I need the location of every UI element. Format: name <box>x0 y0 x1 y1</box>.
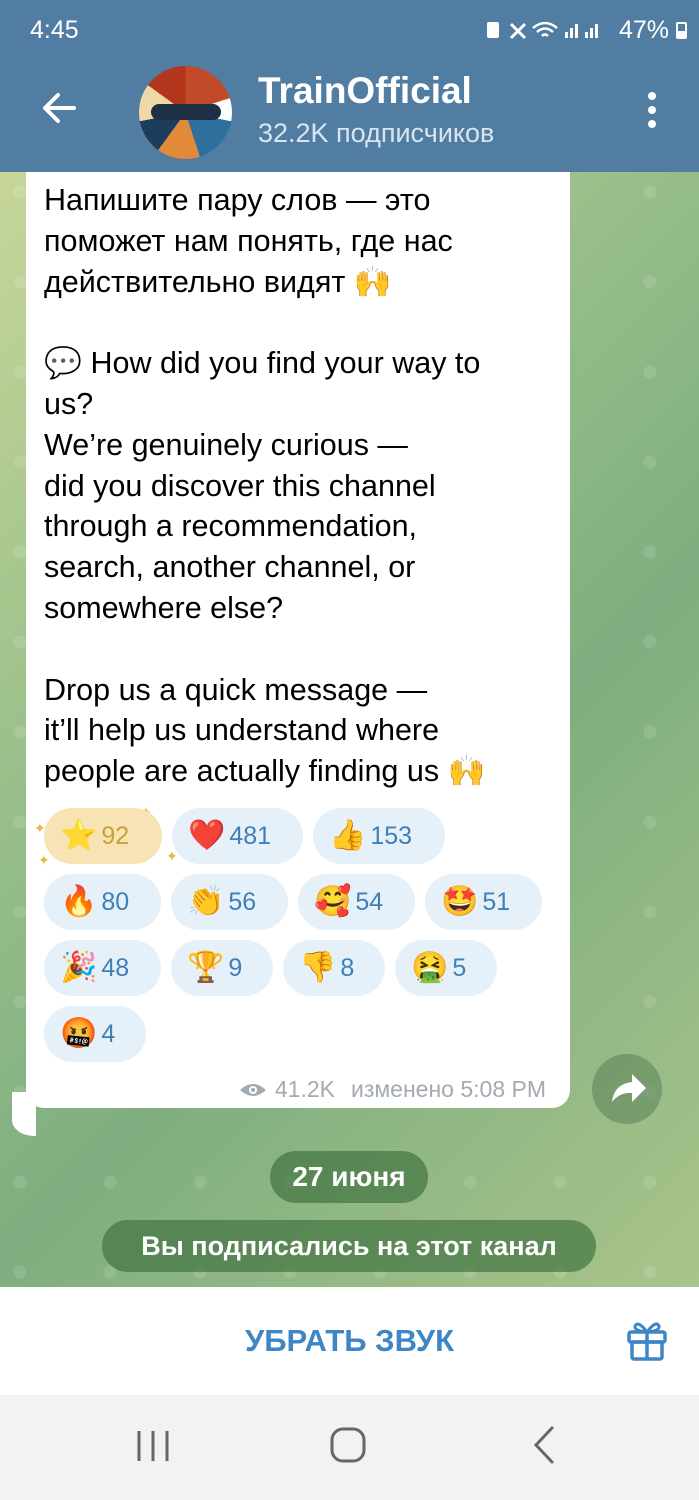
reaction-vomit[interactable]: 🤮 5 <box>395 940 497 996</box>
reaction-count: 4 <box>101 1019 116 1048</box>
battery-icon <box>676 22 687 39</box>
forward-button[interactable] <box>592 1054 662 1124</box>
battery-level: 47% <box>618 16 669 44</box>
reaction-cursing[interactable]: 🤬 4 <box>44 1006 146 1062</box>
message-text: Напишите пару слов — это поможет нам пон… <box>44 183 486 789</box>
reaction-thumbs-up[interactable]: 👍 153 <box>313 808 445 864</box>
reaction-count: 5 <box>452 953 467 982</box>
channel-avatar[interactable] <box>139 66 232 159</box>
gift-button[interactable] <box>624 1317 670 1363</box>
mute-button[interactable]: УБРАТЬ ЗВУК <box>0 1287 699 1395</box>
home-icon <box>330 1427 366 1463</box>
view-count: 41.2K <box>274 1076 335 1102</box>
reaction-count: 153 <box>370 821 413 850</box>
sparkle-icon: ✦ <box>38 852 50 868</box>
party-popper-icon: 🎉 <box>60 951 98 984</box>
chat-area[interactable]: Напишите пару слов — это поможет нам пон… <box>0 172 699 1287</box>
reaction-star[interactable]: ⭐ 92 <box>44 808 162 864</box>
reaction-count: 48 <box>101 953 130 982</box>
gift-icon <box>627 1322 667 1361</box>
cursing-face-icon: 🤬 <box>60 1017 98 1050</box>
more-menu-button[interactable] <box>645 90 659 130</box>
vomiting-face-icon: 🤮 <box>411 951 449 984</box>
recents-button[interactable] <box>135 1429 171 1463</box>
signal-icons <box>487 21 598 40</box>
system-nav-bar <box>0 1395 699 1500</box>
reaction-count: 92 <box>101 821 130 850</box>
arrow-left-icon <box>43 93 76 123</box>
reaction-trophy[interactable]: 🏆 9 <box>171 940 273 996</box>
reaction-heart[interactable]: ❤️ 481 <box>172 808 303 864</box>
status-time: 4:45 <box>30 16 79 44</box>
service-message: Вы подписались на этот канал <box>102 1220 596 1272</box>
chat-header: TrainOfficial 32.2K подписчиков <box>0 62 699 172</box>
reaction-smiling-hearts[interactable]: 🥰 54 <box>298 874 415 930</box>
fire-icon: 🔥 <box>60 885 98 918</box>
reaction-count: 54 <box>355 887 384 916</box>
reaction-fire[interactable]: 🔥 80 <box>44 874 161 930</box>
reaction-star-struck[interactable]: 🤩 51 <box>425 874 542 930</box>
thumbs-up-icon: 👍 <box>329 819 367 852</box>
home-button[interactable] <box>330 1427 366 1463</box>
subscriber-count: 32.2K подписчиков <box>258 118 495 148</box>
eye-icon <box>239 1083 266 1096</box>
share-arrow-icon <box>612 1074 646 1102</box>
reaction-count: 481 <box>229 821 272 850</box>
system-back-button[interactable] <box>532 1425 556 1465</box>
reaction-count: 9 <box>228 953 243 982</box>
date-separator: 27 июня <box>270 1151 428 1203</box>
reaction-count: 56 <box>228 887 257 916</box>
reaction-clap[interactable]: 👏 56 <box>171 874 288 930</box>
bottom-bar: УБРАТЬ ЗВУК <box>0 1287 699 1395</box>
trophy-icon: 🏆 <box>187 951 225 984</box>
status-bar: 4:45 47% <box>0 0 699 62</box>
more-vertical-icon <box>648 92 656 128</box>
recents-icon <box>137 1431 169 1461</box>
chevron-left-icon <box>533 1426 554 1464</box>
back-button[interactable] <box>38 86 82 130</box>
heart-icon: ❤️ <box>188 819 226 852</box>
reaction-count: 80 <box>101 887 130 916</box>
reaction-thumbs-down[interactable]: 👎 8 <box>283 940 385 996</box>
clap-icon: 👏 <box>187 885 225 918</box>
status-icons <box>485 18 605 48</box>
edited-timestamp: изменено 5:08 PM <box>350 1076 546 1102</box>
message-meta: 41.2K изменено 5:08 PM <box>239 1076 546 1103</box>
star-icon: ⭐ <box>60 819 98 852</box>
reaction-count: 51 <box>482 887 511 916</box>
smiling-face-hearts-icon: 🥰 <box>314 885 352 918</box>
star-struck-icon: 🤩 <box>441 885 479 918</box>
reaction-count: 8 <box>340 953 355 982</box>
reaction-party[interactable]: 🎉 48 <box>44 940 161 996</box>
thumbs-down-icon: 👎 <box>299 951 337 984</box>
message-bubble[interactable]: Напишите пару слов — это поможет нам пон… <box>26 172 570 1108</box>
channel-title[interactable]: TrainOfficial <box>258 70 472 112</box>
